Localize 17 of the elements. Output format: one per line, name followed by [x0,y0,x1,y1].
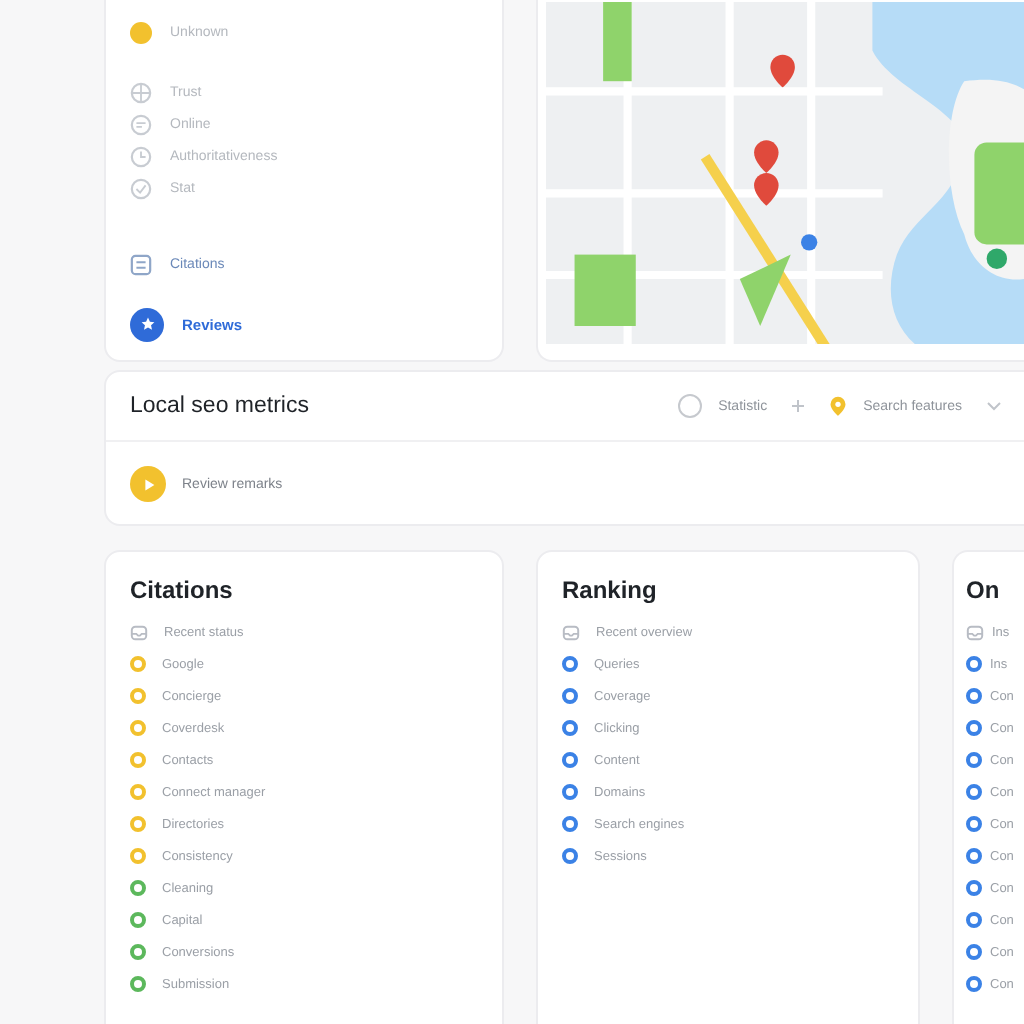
radio-button[interactable] [678,394,703,418]
plus-icon [791,400,804,412]
chat-icon [130,113,152,135]
clock-icon [130,145,152,167]
play-icon [130,466,166,502]
pin-icon [827,396,848,416]
section-title: Local seo metrics [130,394,309,418]
panel-title: Citations [130,576,235,604]
inbox-icon [966,623,984,641]
check-icon [130,177,152,199]
globe-icon [130,81,152,103]
inbox-icon [130,623,148,641]
inbox-icon [562,623,580,641]
panel-title: On [966,576,1002,604]
list-icon [130,253,152,275]
chevron-down-icon[interactable] [986,400,1002,412]
panel-title: Ranking [562,576,659,604]
